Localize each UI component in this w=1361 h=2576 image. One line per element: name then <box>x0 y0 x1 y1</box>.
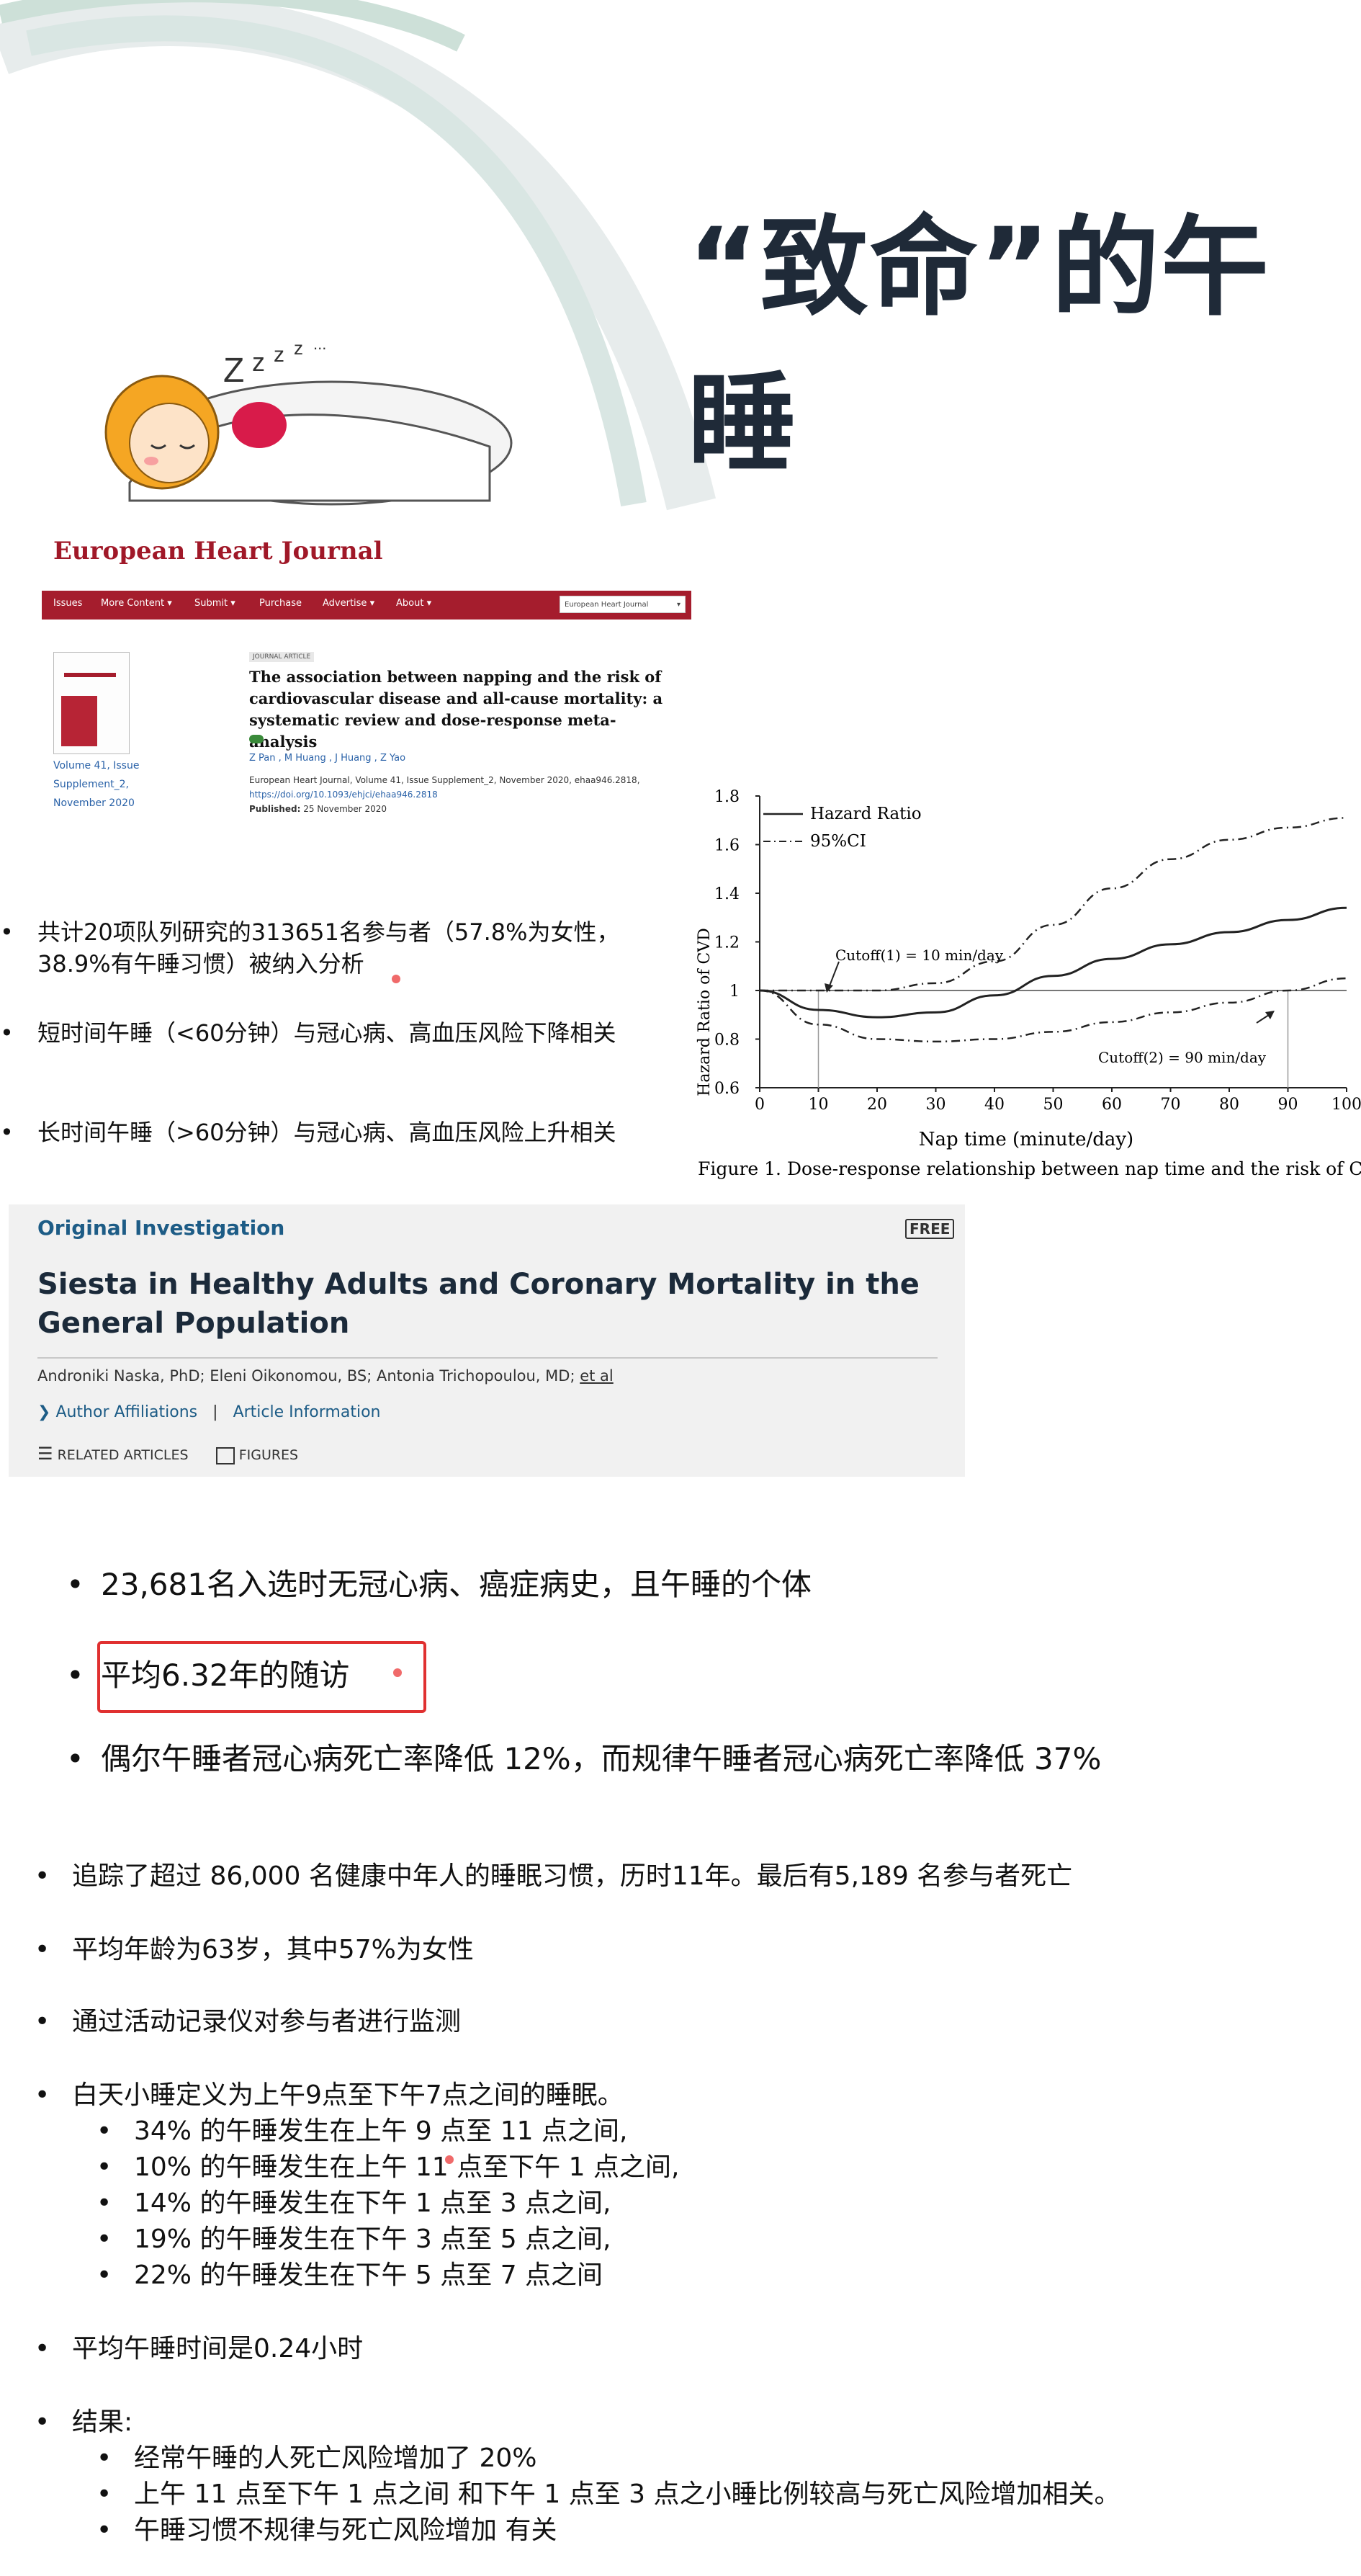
et-al-link[interactable]: et al <box>580 1367 614 1385</box>
nav-issues[interactable]: Issues <box>53 598 82 609</box>
x-tick-label: 10 <box>809 1096 829 1114</box>
series-line-95ci-2 <box>759 977 1347 1043</box>
free-badge: FREE <box>905 1219 955 1239</box>
x-tick-label: 30 <box>926 1096 946 1114</box>
list-item: • 长时间午睡（>60分钟）与冠心病、高血压风险上升相关 <box>0 1119 616 1146</box>
nav-purchase[interactable]: Purchase <box>259 598 302 609</box>
svg-text:...: ... <box>313 335 326 353</box>
svg-text:z: z <box>252 347 265 377</box>
journal-cover-thumbnail[interactable] <box>53 652 130 754</box>
article-type-badge: JOURNAL ARTICLE <box>249 652 315 662</box>
list-item: • 偶尔午睡者冠心病死亡率降低 12%，而规律午睡者冠心病死亡率降低 37% <box>66 1741 1102 1776</box>
sub-list-item: • 10% 的午睡发生在上午 11 点至下午 1 点之间, <box>96 2152 680 2182</box>
list-item: • 23,681名入选时无冠心病、癌症病史，且午睡的个体 <box>66 1567 812 1602</box>
x-tick-label: 0 <box>755 1096 765 1114</box>
y-tick-label: 0.8 <box>714 1032 740 1050</box>
article-title: The association between napping and the … <box>249 668 663 751</box>
y-axis-label: Hazard Ratio of CVD <box>696 928 714 1096</box>
volume-link[interactable]: Volume 41, Issue Supplement_2, November … <box>53 756 147 813</box>
sub-list-item: • 14% 的午睡发生在下午 1 点至 3 点之间, <box>96 2188 611 2218</box>
sub-list-item: • 22% 的午睡发生在下午 5 点至 7 点之间 <box>96 2260 603 2290</box>
chart-caption: Figure 1. Dose-response relationship bet… <box>698 1158 1361 1179</box>
y-tick-label: 1.6 <box>714 837 740 855</box>
dose-response-chart: 0 10 20 30 40 50 60 70 80 90 100 0.6 0.8 1 1.2 1.4 1.6 1.… <box>696 788 1361 1179</box>
list-item: • 结果: <box>35 2407 133 2437</box>
svg-text:Z: Z <box>223 352 244 390</box>
jama-links: ❯ Author Affiliations | Article Informat… <box>37 1403 381 1421</box>
arrow-cutoff-1 <box>828 961 840 988</box>
jama-tools: ☰ RELATED ARTICLES FIGURES <box>37 1444 298 1464</box>
x-tick-label: 50 <box>1043 1096 1064 1114</box>
svg-text:z: z <box>274 343 284 367</box>
ehj-search-select[interactable]: European Heart Journal ▾ <box>560 596 686 613</box>
nav-submit[interactable]: Submit ▾ <box>194 598 235 609</box>
list-item: • 平均年龄为63岁，其中57%为女性 <box>35 1935 474 1964</box>
jama-article-title: Siesta in Healthy Adults and Coronary Mo… <box>37 1268 920 1340</box>
y-tick-label: 0.6 <box>714 1080 740 1098</box>
x-tick-label: 20 <box>867 1096 887 1114</box>
x-tick-label: 40 <box>984 1096 1005 1114</box>
list-item: • 追踪了超过 86,000 名健康中年人的睡眠习惯，历时11年。最后有5,189… <box>35 1861 1073 1891</box>
sleeping-girl-illustration: Z z z z ... <box>104 335 513 506</box>
list-item: • 短时间午睡（<60分钟）与冠心病、高血压风险下降相关 <box>0 1019 616 1047</box>
list-item: • 平均午睡时间是0.24小时 <box>35 2334 364 2363</box>
highlight-box <box>97 1641 426 1713</box>
x-tick-label: 70 <box>1161 1096 1181 1114</box>
cursor-dot <box>393 1668 402 1677</box>
article-kicker: Original Investigation <box>37 1216 285 1240</box>
cursor-dot <box>392 975 400 983</box>
list-icon: ☰ <box>37 1444 53 1464</box>
y-tick-label: 1.4 <box>714 885 740 903</box>
list-item: • 白天小睡定义为上午9点至下午7点之间的睡眠。 <box>35 2080 624 2110</box>
slide-title: “致命”的午睡 <box>688 205 1271 487</box>
x-tick-label: 90 <box>1278 1096 1298 1114</box>
divider <box>37 1357 938 1359</box>
sub-list-item: • 上午 11 点至下午 1 点之间 和下午 1 点至 3 点之小睡比例较高与死亡… <box>96 2479 1120 2509</box>
sub-list-item: • 午睡习惯不规律与死亡风险增加 有关 <box>96 2515 557 2545</box>
ehj-nav-bar: Issues More Content ▾ Submit ▾ Purchase … <box>42 591 691 620</box>
author-affiliations-link[interactable]: Author Affiliations <box>55 1403 197 1421</box>
sub-list-item: • 19% 的午睡发生在下午 3 点至 5 点之间, <box>96 2224 611 2254</box>
nav-about[interactable]: About ▾ <box>396 598 431 609</box>
related-articles-button[interactable]: RELATED ARTICLES <box>58 1447 189 1463</box>
sub-list-item: • 经常午睡的人死亡风险增加了 20% <box>96 2443 537 2473</box>
chevron-down-icon: ▾ <box>676 601 680 609</box>
annotation-cutoff-1: Cutoff(1) = 10 min/day <box>835 947 1004 964</box>
figures-button[interactable]: FIGURES <box>239 1447 298 1463</box>
y-tick-label: 1.2 <box>714 934 740 952</box>
nav-advertise[interactable]: Advertise ▾ <box>323 598 374 609</box>
jama-article-screenshot: Original Investigation FREE Siesta in He… <box>9 1204 965 1477</box>
article-authors[interactable]: Z Pan , M Huang , J Huang , Z Yao <box>249 753 405 764</box>
x-tick-label: 80 <box>1219 1096 1239 1114</box>
y-tick-label: 1 <box>729 983 740 1001</box>
x-tick-label: 60 <box>1102 1096 1122 1114</box>
x-tick-label: 100 <box>1331 1096 1361 1114</box>
image-icon <box>215 1446 235 1464</box>
cursor-dot <box>445 2155 454 2164</box>
open-access-icon <box>249 735 264 743</box>
y-tick-label: 1.8 <box>714 788 740 806</box>
ehj-article-screenshot: European Heart Journal Issues More Conte… <box>42 529 691 832</box>
jama-authors: Androniki Naska, PhD; Eleni Oikonomou, B… <box>37 1367 614 1385</box>
sub-list-item: • 34% 的午睡发生在上午 9 点至 11 点之间, <box>96 2116 628 2146</box>
legend-label-ci: 95%CI <box>810 832 866 851</box>
annotation-cutoff-2: Cutoff(2) = 90 min/day <box>1098 1049 1267 1066</box>
x-axis-label: Nap time (minute/day) <box>919 1129 1133 1150</box>
ehj-logo: European Heart Journal <box>53 537 383 565</box>
article-citation: European Heart Journal, Volume 41, Issue… <box>249 773 681 816</box>
legend-label-hr: Hazard Ratio <box>810 805 922 823</box>
svg-text:z: z <box>294 337 303 359</box>
nav-more-content[interactable]: More Content ▾ <box>101 598 172 609</box>
doi-link[interactable]: https://doi.org/10.1093/ehjci/ehaa946.28… <box>249 787 681 802</box>
list-item: • 通过活动记录仪对参与者进行监测 <box>35 2007 462 2036</box>
article-information-link[interactable]: Article Information <box>233 1403 381 1421</box>
chevron-right-icon: ❯ <box>37 1403 51 1421</box>
list-item: • 共计20项队列研究的313651名参与者（57.8%为女性，38.9%有午睡… <box>0 918 620 978</box>
